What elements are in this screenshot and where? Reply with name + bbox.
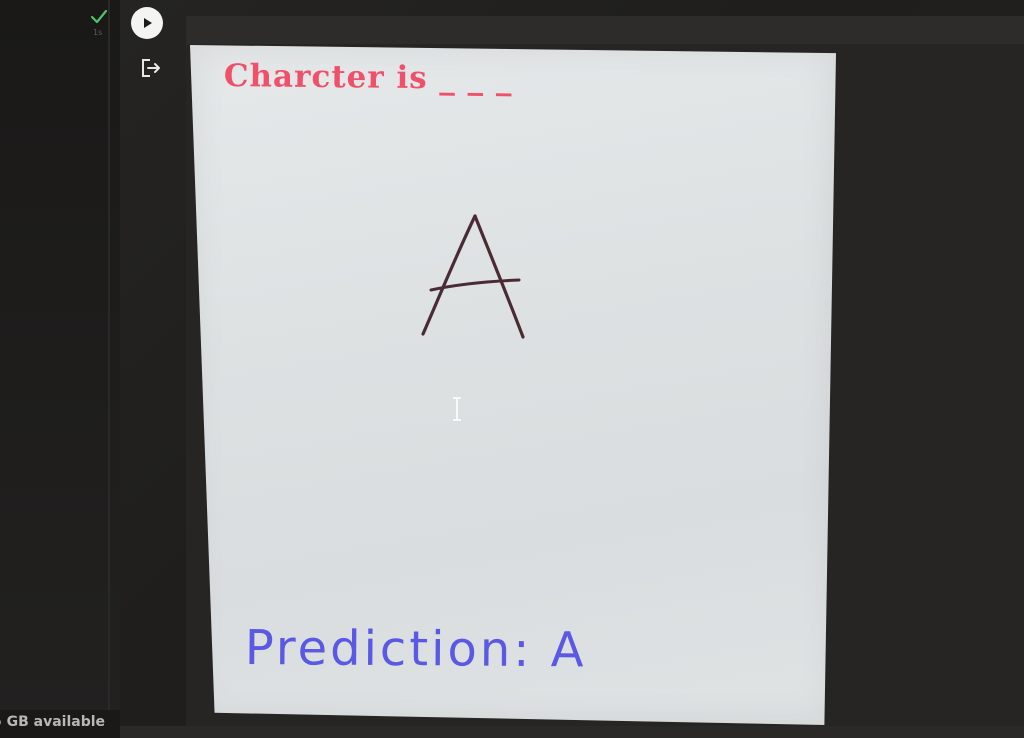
output-exit-icon[interactable] <box>139 57 163 79</box>
prediction-label: Prediction: A <box>244 620 587 679</box>
run-cell-button[interactable] <box>131 7 163 39</box>
check-icon <box>90 9 108 24</box>
notebook-screen: 1s Charcter is _ _ _ Prediction: A 5 GB … <box>0 0 1024 738</box>
handwritten-letter-a <box>421 214 525 339</box>
memory-status: 5 GB available <box>0 714 106 730</box>
window-bottom-edge <box>120 726 1024 738</box>
cell-toolbar <box>186 16 1024 44</box>
text-cursor-icon <box>453 397 461 421</box>
play-icon <box>144 18 152 28</box>
cell-gutter <box>0 0 120 738</box>
gutter-divider <box>108 0 110 738</box>
overlay-title: Charcter is _ _ _ <box>223 58 513 98</box>
execution-time: 1s <box>93 28 103 37</box>
